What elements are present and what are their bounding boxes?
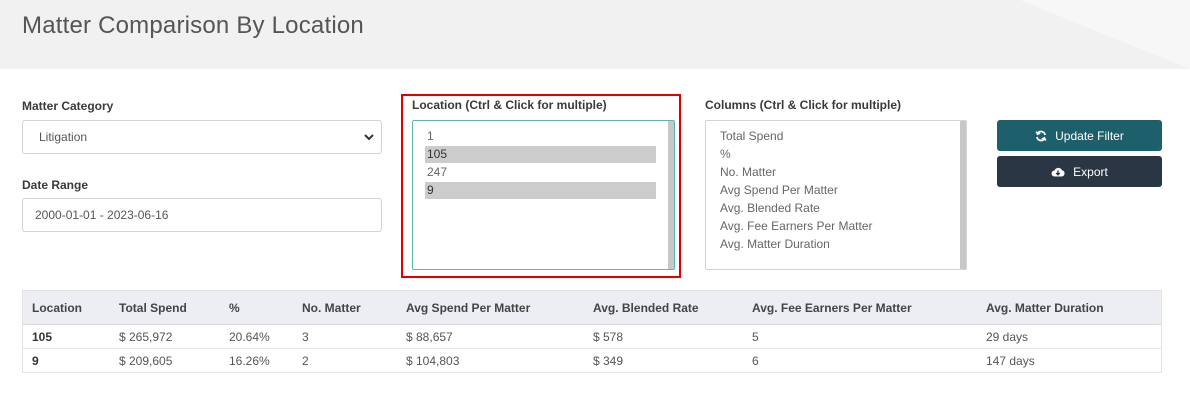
update-filter-label: Update Filter — [1055, 128, 1124, 143]
export-label: Export — [1073, 164, 1108, 179]
table-cell: $ 578 — [593, 330, 624, 344]
table-cell: $ 104,803 — [406, 354, 460, 368]
table-cell: 6 — [752, 354, 759, 368]
table-cell: $ 265,972 — [119, 330, 173, 344]
cloud-download-icon — [1051, 167, 1065, 176]
table-header: Location Total Spend% No. Matter Avg Spend … — [23, 291, 1161, 325]
table-cell: 147 days — [986, 354, 1035, 368]
column-header: Avg. Matter Duration — [986, 301, 1104, 315]
date-range-value: 2000-01-01 - 2023-06-16 — [35, 208, 169, 222]
update-filter-button[interactable]: Update Filter — [997, 120, 1162, 151]
table-cell: 29 days — [986, 330, 1029, 344]
column-header: Avg Spend Per Matter — [406, 301, 531, 315]
export-button[interactable]: Export — [997, 156, 1162, 187]
table-cell: 3 — [302, 330, 309, 344]
table-cell: 16.26% — [229, 354, 270, 368]
columns-label: Columns (Ctrl & Click for multiple) — [705, 98, 902, 112]
column-header: Total Spend — [119, 301, 187, 315]
column-option[interactable]: Avg. Blended Rate — [718, 200, 938, 217]
page-title: Matter Comparison By Location — [22, 12, 364, 39]
chevron-down-icon — [364, 134, 374, 141]
column-option[interactable]: No. Matter — [718, 164, 938, 181]
column-option[interactable]: Avg Spend Per Matter — [718, 182, 938, 199]
column-header: Avg. Fee Earners Per Matter — [752, 301, 912, 315]
date-range-label: Date Range — [22, 178, 89, 192]
table-row: 9 $ 209,605 16.26% 2 $ 104,803 $ 349 6 147 days — [23, 349, 1161, 373]
columns-scrollbar[interactable] — [960, 121, 966, 269]
column-header: Location — [32, 301, 82, 315]
table-cell: $ 88,657 — [406, 330, 453, 344]
table-cell: 2 — [302, 354, 309, 368]
column-option[interactable]: Avg. Fee Earners Per Matter — [718, 218, 938, 235]
columns-multiselect[interactable]: Total Spend% No. Matter Avg Spend Per Matt… — [705, 120, 967, 270]
matter-category-label: Matter Category — [22, 99, 114, 113]
column-option[interactable]: Total Spend — [718, 128, 938, 145]
page-header: Matter Comparison By Location — [0, 0, 1190, 69]
results-table: Location Total Spend% No. Matter Avg Spend … — [22, 290, 1162, 373]
column-header: Avg. Blended Rate — [593, 301, 699, 315]
refresh-icon — [1035, 130, 1047, 141]
table-cell: 9 — [32, 354, 39, 368]
matter-category-select[interactable]: Litigation — [22, 120, 382, 154]
location-highlight-box — [401, 94, 681, 278]
date-range-input[interactable]: 2000-01-01 - 2023-06-16 — [22, 198, 382, 232]
column-header: % — [229, 301, 240, 315]
header-decoration — [1020, 0, 1190, 69]
table-row: 105 $ 265,972 20.64% 3 $ 88,657 $ 578 5 29 days — [23, 325, 1161, 349]
table-cell: 20.64% — [229, 330, 270, 344]
column-option[interactable]: Avg. Matter Duration — [718, 236, 938, 253]
matter-category-value: Litigation — [39, 130, 88, 144]
table-cell: 5 — [752, 330, 759, 344]
column-option[interactable]: % — [718, 146, 938, 163]
column-header: No. Matter — [302, 301, 361, 315]
table-cell: $ 209,605 — [119, 354, 173, 368]
table-cell: $ 349 — [593, 354, 624, 368]
table-cell: 105 — [32, 330, 53, 344]
